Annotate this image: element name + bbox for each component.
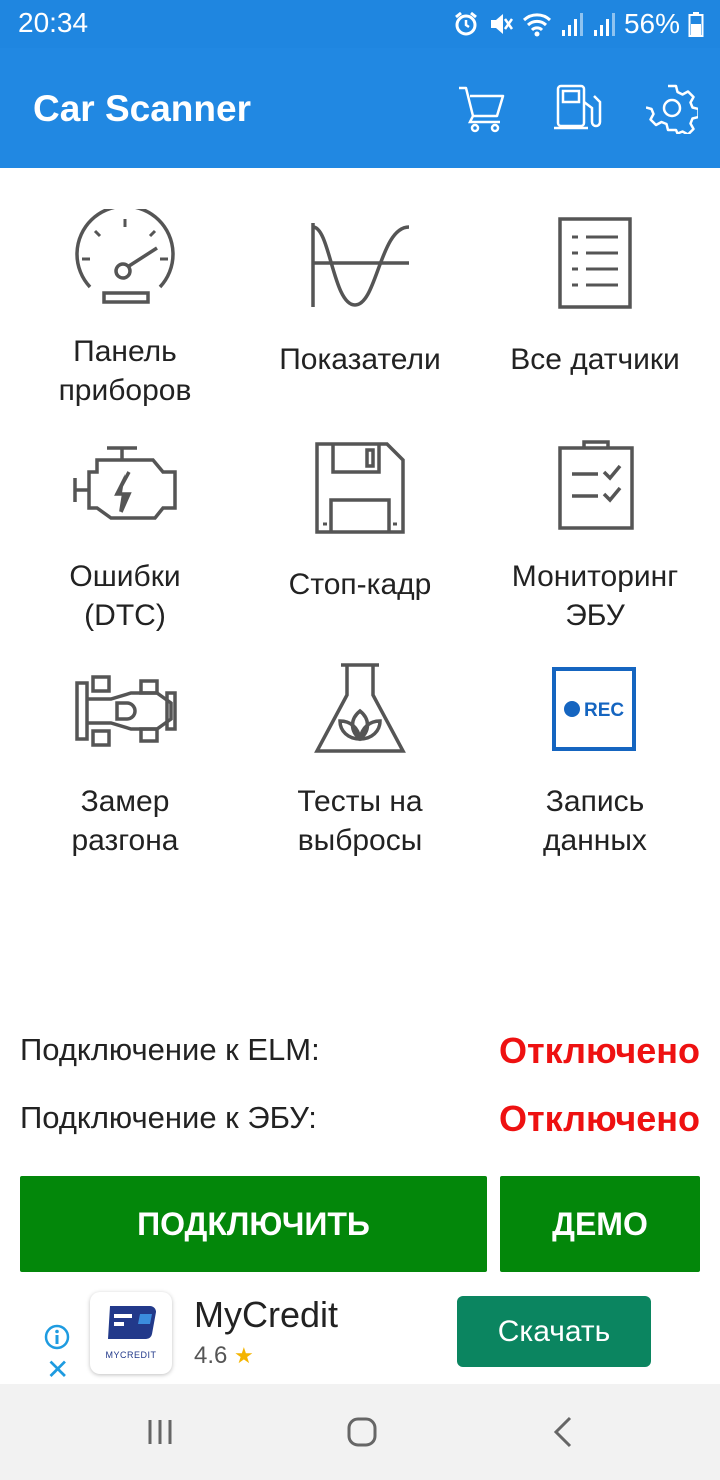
rec-icon: REC — [477, 658, 713, 760]
recent-apps-button[interactable] — [140, 1412, 180, 1452]
ad-rating-value: 4.6 — [194, 1342, 228, 1369]
grid-label-indicators: Показатели — [279, 343, 441, 376]
fuel-button[interactable] — [546, 76, 610, 140]
home-button[interactable] — [342, 1412, 382, 1452]
flask-icon — [242, 658, 478, 760]
grid-item-acceleration[interactable]: Замер разгона — [7, 650, 243, 860]
ad-logo: MYCREDIT — [90, 1292, 172, 1374]
fuel-icon — [554, 84, 602, 130]
mycredit-logo-icon — [108, 1306, 156, 1340]
ecu-connection-status: Отключено — [499, 1098, 700, 1139]
graph-icon — [242, 208, 478, 318]
rec-label: REC — [584, 700, 624, 721]
grid-item-dashboard[interactable]: Панель приборов — [7, 200, 243, 410]
elm-connection-label: Подключение к ELM: — [20, 1032, 320, 1067]
race-car-icon — [7, 658, 243, 760]
status-icons: 56% — [452, 8, 704, 40]
close-icon[interactable]: ✕ — [46, 1356, 69, 1384]
grid-label-ecu-monitoring: Мониторинг ЭБУ — [511, 560, 679, 632]
grid-item-emissions[interactable]: Тесты на выбросы — [242, 650, 478, 860]
signal-icon — [561, 13, 583, 36]
elm-connection-row: Подключение к ELM: Отключено — [20, 1026, 700, 1076]
ad-banner[interactable]: ✕ MYCREDIT MyCredit 4.6 ★ Скачать — [0, 1284, 720, 1384]
list-icon — [477, 208, 713, 318]
grid-label-data-recording: Запись данных — [543, 785, 647, 857]
dashboard-icon — [7, 208, 243, 310]
clipboard-icon — [477, 433, 713, 535]
app-bar: Car Scanner — [0, 48, 720, 168]
app-title: Car Scanner — [33, 88, 251, 129]
engine-icon — [7, 433, 243, 535]
star-icon: ★ — [234, 1343, 254, 1368]
info-icon[interactable] — [44, 1324, 70, 1350]
connect-button[interactable]: ПОДКЛЮЧИТЬ — [20, 1176, 487, 1272]
grid-item-dtc[interactable]: Ошибки (DTC) — [7, 425, 243, 635]
grid-label-emissions: Тесты на выбросы — [297, 785, 423, 857]
grid-label-dtc: Ошибки (DTC) — [69, 560, 181, 632]
grid-label-acceleration: Замер разгона — [71, 785, 179, 857]
floppy-icon — [242, 433, 478, 543]
settings-icon — [646, 84, 698, 134]
ad-rating: 4.6 ★ — [194, 1342, 254, 1370]
grid-label-all-sensors: Все датчики — [510, 343, 680, 376]
battery-percent: 56% — [623, 8, 680, 39]
grid-item-freeze-frame[interactable]: Стоп-кадр — [242, 425, 478, 635]
ecu-connection-row: Подключение к ЭБУ: Отключено — [20, 1094, 700, 1144]
grid-label-dashboard: Панель приборов — [58, 335, 192, 407]
elm-connection-status: Отключено — [499, 1030, 700, 1071]
ad-app-name: MyCredit — [194, 1294, 339, 1335]
status-bar: 20:34 56% — [0, 0, 720, 48]
ecu-connection-label: Подключение к ЭБУ: — [20, 1100, 317, 1135]
back-button[interactable] — [544, 1412, 584, 1452]
home-icon — [347, 1417, 377, 1447]
ad-logo-text: MYCREDIT — [105, 1350, 157, 1360]
grid-item-all-sensors[interactable]: Все датчики — [477, 200, 713, 410]
battery-icon — [688, 12, 704, 37]
grid-label-freeze-frame: Стоп-кадр — [288, 568, 432, 601]
wifi-icon — [522, 13, 551, 37]
navigation-bar — [0, 1384, 720, 1480]
ad-download-button[interactable]: Скачать — [457, 1296, 651, 1367]
cart-icon — [459, 86, 505, 133]
alarm-icon — [455, 11, 477, 36]
demo-button[interactable]: ДЕМО — [500, 1176, 700, 1272]
mute-icon — [490, 14, 513, 34]
grid-item-data-recording[interactable]: REC Запись данных — [477, 650, 713, 860]
settings-button[interactable] — [640, 76, 704, 140]
status-time: 20:34 — [18, 7, 89, 38]
back-icon — [553, 1416, 572, 1448]
recent-apps-icon — [148, 1420, 172, 1444]
cart-button[interactable] — [450, 76, 514, 140]
grid-item-indicators[interactable]: Показатели — [242, 200, 478, 410]
signal-icon — [593, 13, 615, 36]
grid-item-ecu-monitoring[interactable]: Мониторинг ЭБУ — [477, 425, 713, 635]
